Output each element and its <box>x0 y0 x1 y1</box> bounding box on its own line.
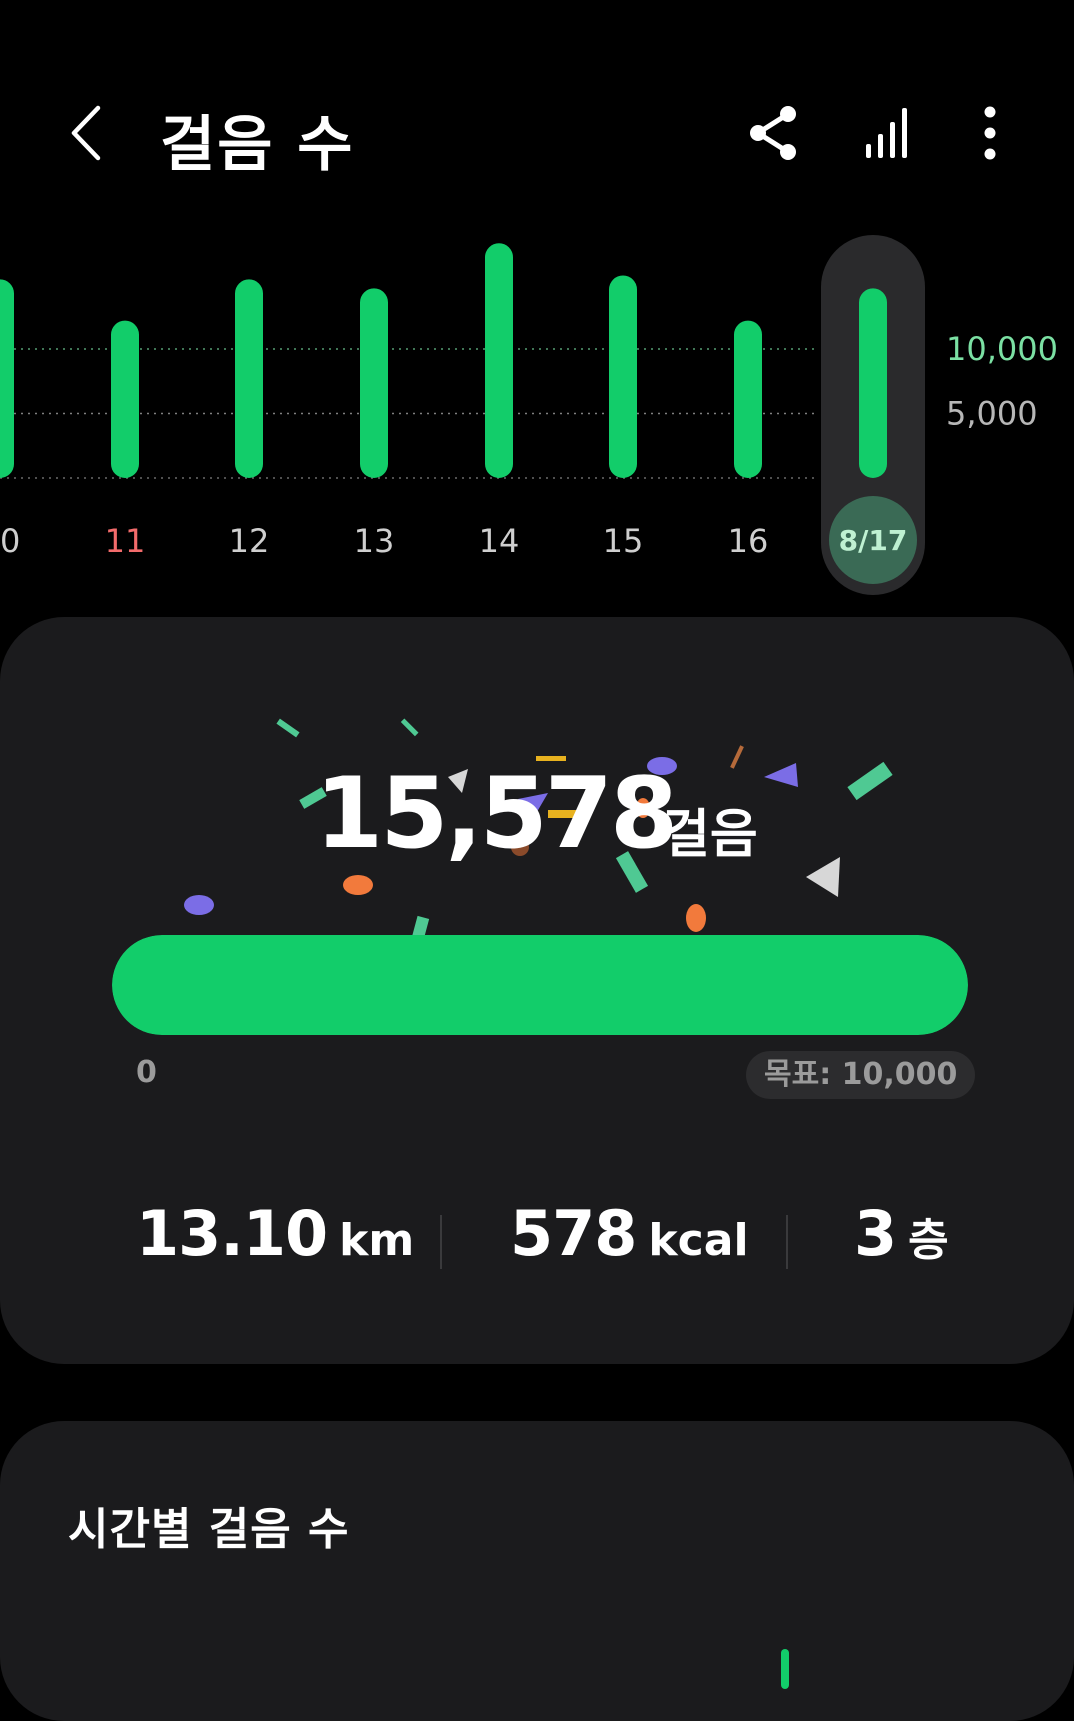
day-bar[interactable] <box>859 288 887 478</box>
stat-divider <box>440 1215 442 1269</box>
calories-value: 578 <box>510 1197 637 1270</box>
day-label[interactable]: 11 <box>105 522 146 560</box>
daily-steps-chart[interactable]: 10,000 5,000 0 11 12 13 14 15 16 8/17 <box>0 220 1074 600</box>
day-label[interactable]: 14 <box>479 522 520 560</box>
reference-label: 10,000 <box>946 330 1058 368</box>
distance-value: 13.10 <box>136 1197 328 1270</box>
stat-divider <box>786 1215 788 1269</box>
share-icon <box>750 106 796 160</box>
day-bar[interactable] <box>235 279 263 478</box>
day-label[interactable]: 8/17 <box>839 524 908 557</box>
day-bar[interactable] <box>111 320 139 478</box>
day-label[interactable]: 12 <box>229 522 270 560</box>
goal-progress-fill <box>112 935 968 1035</box>
day-bar[interactable] <box>360 288 388 478</box>
hourly-bar <box>781 1649 789 1689</box>
hourly-steps-title: 시간별 걸음 수 <box>68 1504 350 1555</box>
distance-unit: km <box>339 1215 415 1266</box>
day-bar[interactable] <box>734 320 762 478</box>
day-bar[interactable] <box>485 243 513 478</box>
back-button[interactable] <box>62 98 122 168</box>
hourly-steps-card[interactable]: 시간별 걸음 수 <box>0 1421 1074 1721</box>
day-label[interactable]: 0 <box>0 522 20 560</box>
more-options-button[interactable] <box>960 100 1020 166</box>
calories-unit: kcal <box>648 1215 749 1266</box>
steps-count: 15,578 <box>315 757 678 871</box>
chart-canvas: 10,000 5,000 0 11 12 13 14 15 16 8/17 <box>0 235 1058 595</box>
share-button[interactable] <box>744 100 804 166</box>
trends-button[interactable] <box>858 100 918 166</box>
goal-progress-bar <box>112 935 968 1035</box>
distance-stat: 13.10 km <box>136 1197 414 1287</box>
day-label[interactable]: 15 <box>603 522 644 560</box>
progress-min-label: 0 <box>136 1055 157 1090</box>
chevron-left-icon <box>71 105 101 161</box>
day-label[interactable]: 13 <box>354 522 395 560</box>
goal-label[interactable]: 목표: 10,000 <box>746 1051 976 1099</box>
day-label[interactable]: 16 <box>728 522 769 560</box>
bar-chart-icon <box>866 108 907 158</box>
floors-value: 3 <box>854 1197 897 1270</box>
reference-label: 5,000 <box>946 395 1038 433</box>
floors-stat: 3층 <box>854 1197 949 1287</box>
summary-card: 15,578 걸음 0 목표: 10,000 13.10 km 578 kcal 3… <box>0 617 1074 1364</box>
floors-unit: 층 <box>908 1215 949 1266</box>
steps-unit: 걸음 <box>662 805 758 865</box>
calories-stat: 578 kcal <box>510 1197 749 1287</box>
page-title: 걸음 수 <box>160 110 355 180</box>
more-vert-icon <box>984 106 996 160</box>
day-bar[interactable] <box>0 279 14 478</box>
day-bar[interactable] <box>609 275 637 478</box>
